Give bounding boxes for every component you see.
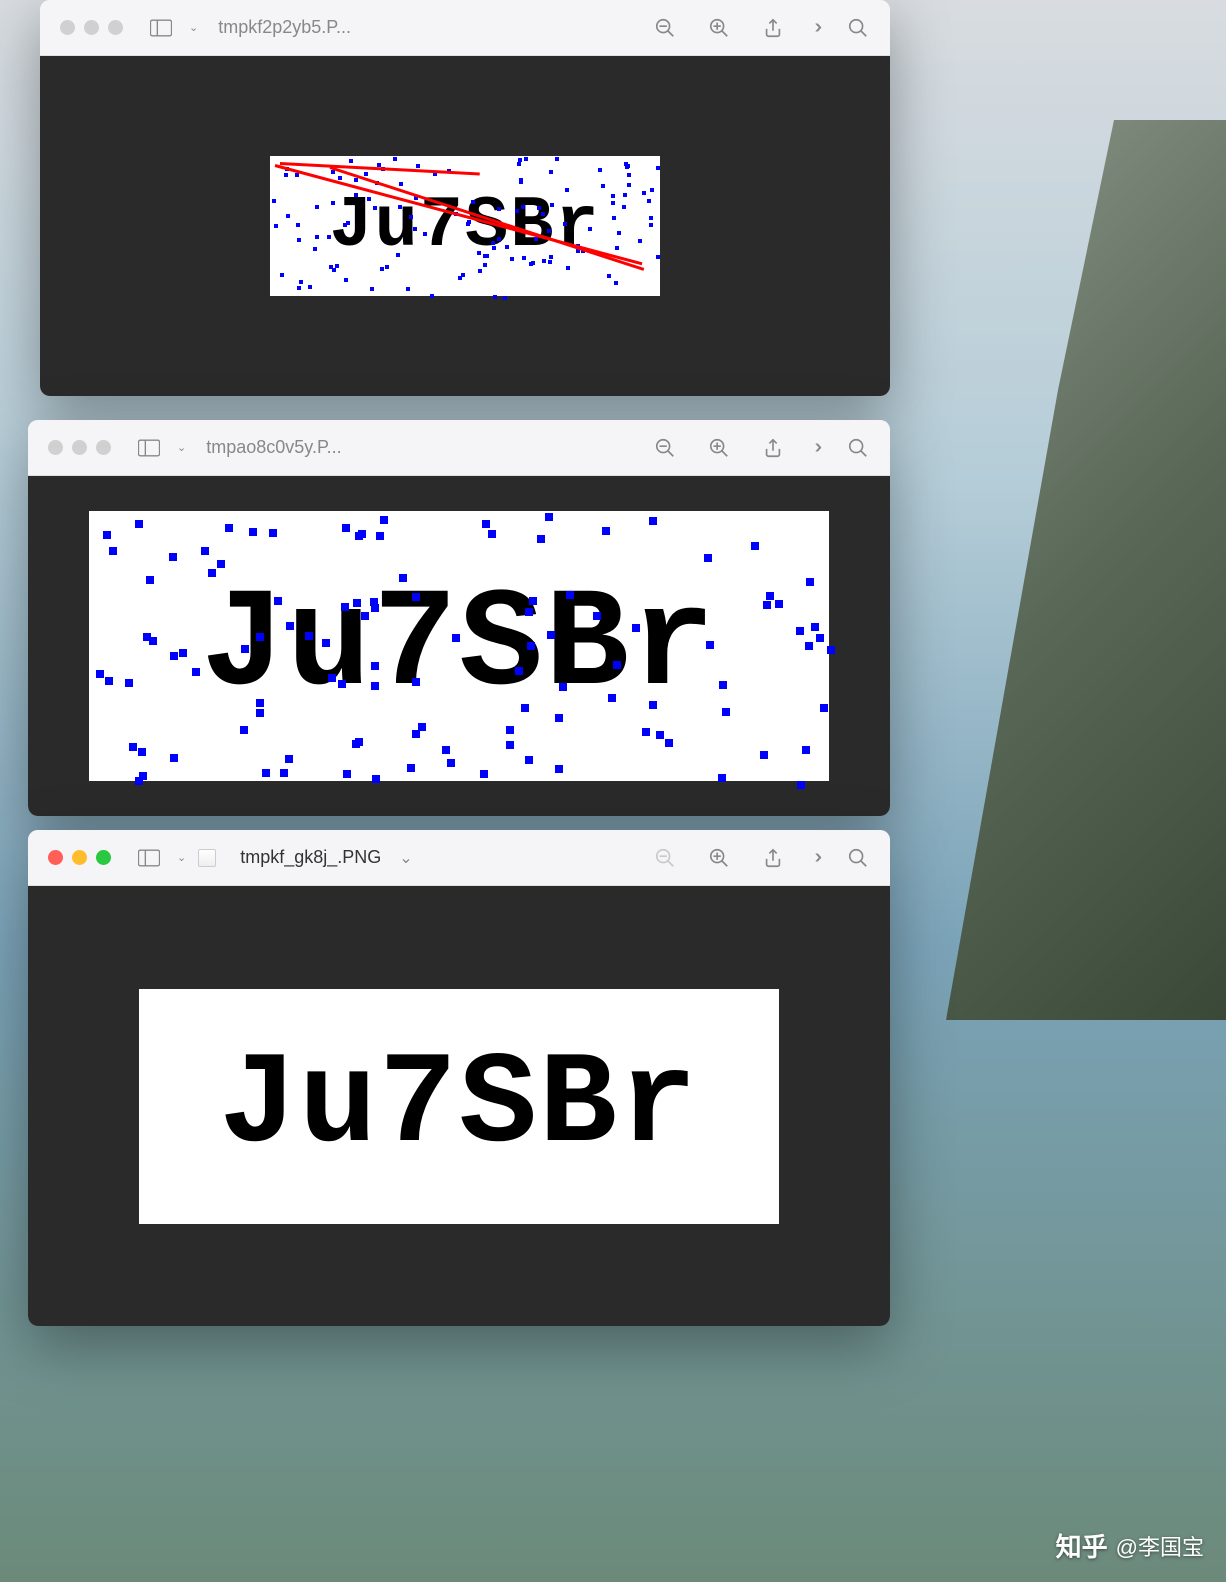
- close-button[interactable]: [60, 20, 75, 35]
- zoom-out-icon[interactable]: [653, 16, 677, 40]
- sidebar-toggle-icon[interactable]: [145, 16, 177, 40]
- captcha-image: Ju7SBr: [139, 989, 779, 1224]
- dropdown-caret-icon[interactable]: ⌄: [177, 441, 186, 454]
- search-icon[interactable]: [846, 16, 870, 40]
- sidebar-toggle-icon[interactable]: [133, 436, 165, 460]
- minimize-button[interactable]: [72, 440, 87, 455]
- preview-window-1: ⌄ tmpkf2p2yb5.P... ›› Ju7SBr: [40, 0, 890, 396]
- file-icon: [198, 849, 216, 867]
- dropdown-caret-icon[interactable]: ⌄: [177, 851, 186, 864]
- image-viewport[interactable]: Ju7SBr: [28, 886, 890, 1326]
- more-icon[interactable]: ››: [815, 436, 816, 459]
- share-icon[interactable]: [761, 436, 785, 460]
- titlebar: ⌄ tmpkf_gk8j_.PNG ⌄ ››: [28, 830, 890, 886]
- maximize-button[interactable]: [96, 850, 111, 865]
- traffic-lights: [60, 20, 123, 35]
- zoom-out-icon[interactable]: [653, 436, 677, 460]
- share-icon[interactable]: [761, 846, 785, 870]
- close-button[interactable]: [48, 850, 63, 865]
- close-button[interactable]: [48, 440, 63, 455]
- zoom-in-icon[interactable]: [707, 436, 731, 460]
- window-title: tmpkf2p2yb5.P...: [210, 17, 640, 38]
- watermark: 知乎 @李国宝: [1056, 1527, 1204, 1564]
- window-title: tmpao8c0v5y.P...: [198, 437, 640, 458]
- image-viewport[interactable]: Ju7SBr: [28, 476, 890, 816]
- zoom-in-icon[interactable]: [707, 16, 731, 40]
- dropdown-caret-icon[interactable]: ⌄: [189, 21, 198, 34]
- watermark-author: @李国宝: [1116, 1530, 1204, 1562]
- captcha-image: Ju7SBr: [270, 156, 660, 296]
- captcha-image: Ju7SBr: [89, 511, 829, 781]
- zoom-in-icon[interactable]: [707, 846, 731, 870]
- image-viewport[interactable]: Ju7SBr: [40, 56, 890, 396]
- minimize-button[interactable]: [84, 20, 99, 35]
- sidebar-toggle-icon[interactable]: [133, 846, 165, 870]
- maximize-button[interactable]: [108, 20, 123, 35]
- title-dropdown-icon[interactable]: ⌄: [399, 848, 412, 868]
- preview-window-2: ⌄ tmpao8c0v5y.P... ›› Ju7SBr: [28, 420, 890, 816]
- watermark-logo: 知乎: [1056, 1527, 1108, 1564]
- titlebar: ⌄ tmpkf2p2yb5.P... ››: [40, 0, 890, 56]
- preview-window-3: ⌄ tmpkf_gk8j_.PNG ⌄ ›› Ju7SBr: [28, 830, 890, 1326]
- minimize-button[interactable]: [72, 850, 87, 865]
- window-title: tmpkf_gk8j_.PNG: [232, 847, 381, 868]
- maximize-button[interactable]: [96, 440, 111, 455]
- search-icon[interactable]: [846, 846, 870, 870]
- captcha-text: Ju7SBr: [219, 1033, 699, 1180]
- more-icon[interactable]: ››: [815, 846, 816, 869]
- traffic-lights: [48, 850, 111, 865]
- more-icon[interactable]: ››: [815, 16, 816, 39]
- share-icon[interactable]: [761, 16, 785, 40]
- zoom-out-icon[interactable]: [653, 846, 677, 870]
- titlebar: ⌄ tmpao8c0v5y.P... ››: [28, 420, 890, 476]
- search-icon[interactable]: [846, 436, 870, 460]
- traffic-lights: [48, 440, 111, 455]
